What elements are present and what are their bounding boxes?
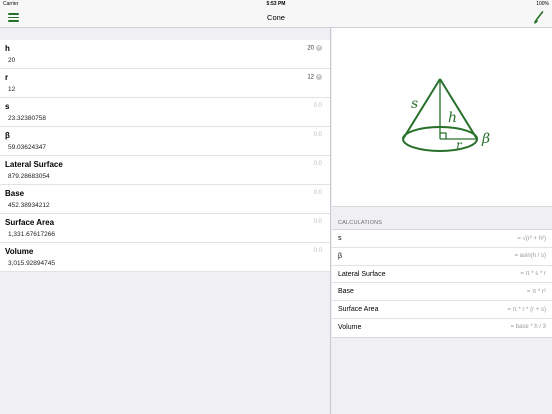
status-bar: Carrier 5:53 PM 100%: [0, 0, 552, 9]
calculations-list: s = √(r² + h²) β = asin(h / s) Lateral Surfa…: [332, 229, 552, 338]
calculation-name: Surface Area: [338, 306, 379, 314]
calculation-formula: = π * s * r: [520, 271, 546, 278]
calculation-row: s = √(r² + h²): [332, 230, 552, 248]
input-field[interactable]: 0.0: [314, 161, 322, 167]
input-row[interactable]: β 59.03624347 0.0: [0, 127, 330, 156]
calculation-row: Surface Area = π * r * (r + s): [332, 301, 552, 319]
input-label: Lateral Surface: [5, 160, 63, 169]
input-field[interactable]: 20 ×: [307, 45, 322, 52]
input-panel: h 20 20 × r 12 12 × s 23.32380758 0.0 β 59.03624347 0…: [0, 28, 331, 414]
input-row[interactable]: Surface Area 1,331.67617266 0.0: [0, 214, 330, 243]
radius-label: r: [456, 138, 463, 152]
calculation-row: β = asin(h / s): [332, 248, 552, 266]
calculation-name: s: [338, 235, 342, 242]
input-label: Surface Area: [5, 218, 55, 227]
input-field[interactable]: 0.0: [314, 132, 322, 138]
input-label: s: [5, 102, 10, 111]
input-value[interactable]: 12: [8, 86, 15, 93]
input-value[interactable]: 23.32380758: [8, 115, 46, 122]
input-field-value: 12: [307, 74, 314, 81]
battery-indicator: 100%: [536, 1, 549, 7]
input-value[interactable]: 20: [8, 57, 15, 64]
input-field[interactable]: 0.0: [314, 248, 322, 254]
input-field-value: 0.0: [313, 219, 322, 225]
input-value[interactable]: 879.28683054: [8, 173, 50, 180]
calculation-formula: = base * h / 3: [510, 324, 546, 331]
input-row[interactable]: Volume 3,015.92894745 0.0: [0, 243, 330, 272]
calculation-formula: = π * r * (r + s): [507, 306, 546, 313]
input-field[interactable]: 0.0: [314, 190, 322, 196]
clear-icon[interactable]: ×: [316, 74, 322, 80]
input-row[interactable]: h 20 20 ×: [0, 40, 330, 69]
calculation-name: Volume: [338, 323, 362, 331]
calculation-formula: = asin(h / s): [514, 253, 546, 260]
input-field-value: 0.0: [313, 132, 322, 138]
calculation-row: Base = π * r²: [332, 283, 552, 302]
brush-icon[interactable]: [532, 11, 544, 25]
clear-icon[interactable]: ×: [316, 45, 322, 51]
calculation-name: Lateral Surface: [338, 270, 386, 278]
input-field[interactable]: 12 ×: [307, 74, 322, 81]
input-label: Base: [5, 189, 25, 198]
slant-label: s: [411, 96, 418, 112]
input-field-value: 20: [307, 45, 314, 52]
cone-figure: s h r β: [402, 78, 490, 152]
input-row[interactable]: Lateral Surface 879.28683054 0.0: [0, 156, 330, 185]
input-field-value: 0.0: [313, 248, 322, 254]
height-label: h: [448, 110, 457, 126]
input-value[interactable]: 452.38934212: [8, 202, 50, 209]
cone-diagram: s h r β: [332, 28, 552, 207]
calculations-header: CALCULATIONS: [338, 220, 383, 226]
calculation-formula: = √(r² + h²): [517, 235, 546, 242]
input-label: r: [5, 73, 9, 82]
input-field[interactable]: 0.0: [314, 219, 322, 225]
page-title: Cone: [267, 13, 285, 22]
calculation-formula: = π * r²: [527, 288, 546, 295]
calculation-name: Base: [338, 288, 354, 296]
input-value[interactable]: 3,015.92894745: [8, 260, 55, 267]
input-label: h: [5, 44, 10, 53]
input-row[interactable]: Base 452.38934212 0.0: [0, 185, 330, 214]
input-field-value: 0.0: [313, 161, 322, 167]
input-row[interactable]: s 23.32380758 0.0: [0, 98, 330, 127]
input-field-value: 0.0: [313, 103, 322, 109]
status-time: 5:53 PM: [266, 1, 286, 7]
calculation-name: β: [338, 252, 343, 260]
calculation-row: Volume = base * h / 3: [332, 319, 552, 337]
input-value[interactable]: 1,331.67617266: [8, 231, 55, 238]
angle-label: β: [481, 131, 490, 147]
input-label: Volume: [5, 247, 34, 256]
input-value[interactable]: 59.03624347: [8, 144, 46, 151]
input-field[interactable]: 0.0: [314, 103, 322, 109]
input-label: β: [5, 131, 10, 140]
calculation-row: Lateral Surface = π * s * r: [332, 266, 552, 284]
detail-panel: s h r β CALCULATIONS s = √(r² + h²) β = asi…: [332, 28, 552, 414]
input-field-value: 0.0: [313, 190, 322, 196]
navigation-bar: Cone: [0, 9, 552, 28]
input-row[interactable]: r 12 12 ×: [0, 69, 330, 98]
